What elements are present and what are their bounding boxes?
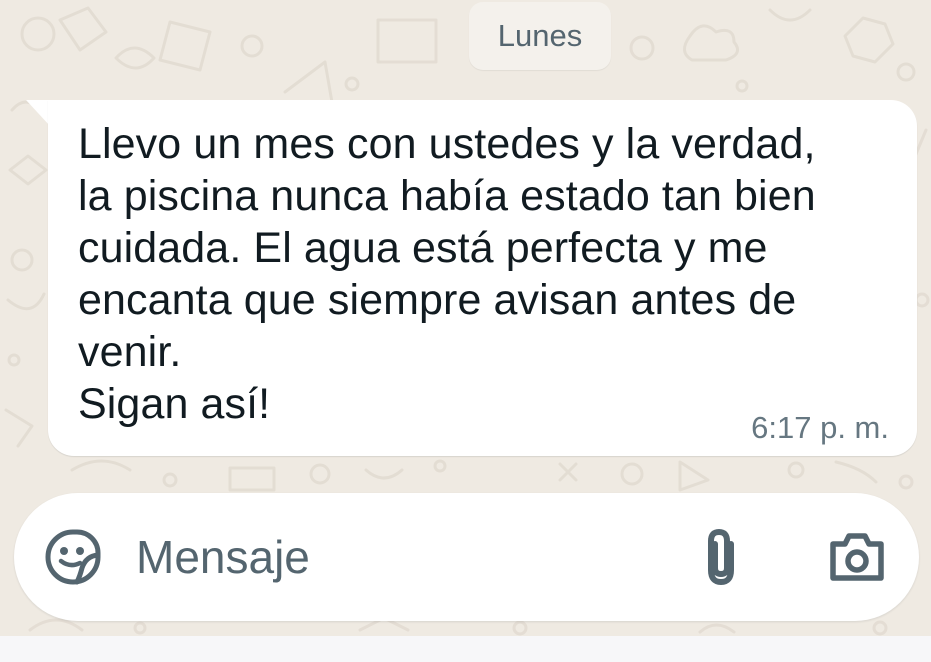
message-bubble-tail [26, 100, 50, 126]
system-nav-bar [0, 636, 931, 662]
message-composer: Mensaje [14, 493, 919, 621]
camera-button[interactable] [826, 528, 888, 586]
sticker-icon [45, 529, 101, 585]
message-input[interactable]: Mensaje [136, 531, 310, 583]
message-text: Llevo un mes con ustedes y la verdad, la… [78, 120, 816, 428]
chat-background: Lunes Llevo un mes con ustedes y la verd… [0, 0, 931, 636]
incoming-message-bubble[interactable]: Llevo un mes con ustedes y la verdad, la… [48, 100, 917, 456]
attach-button[interactable] [697, 526, 745, 588]
date-separator: Lunes [469, 2, 611, 70]
sticker-button[interactable] [42, 526, 104, 588]
camera-icon [830, 533, 884, 581]
paperclip-icon [708, 529, 734, 585]
date-separator-label: Lunes [497, 18, 583, 53]
message-timestamp: 6:17 p. m. [751, 410, 889, 445]
